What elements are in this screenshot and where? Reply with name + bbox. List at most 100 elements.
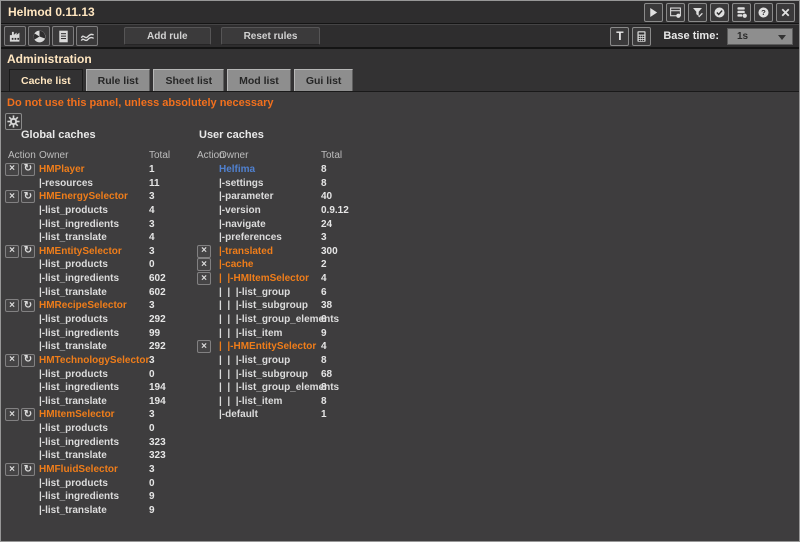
cache-total: 24 [321,219,387,230]
delete-cache-button[interactable]: × [5,463,19,476]
refresh-cache-button[interactable]: ↻ [21,299,35,312]
refresh-cache-button[interactable]: ↻ [21,408,35,421]
table-row: ×|-translated300 [197,244,387,258]
cache-owner: | |-HMItemSelector [219,273,321,284]
cache-owner: HMTechnologySelector [39,355,149,366]
cache-owner: HMEntitySelector [39,246,149,257]
refresh-cache-button[interactable]: ↻ [21,463,35,476]
delete-cache-button[interactable]: × [197,245,211,258]
delete-cache-button[interactable]: × [5,408,19,421]
reset-rules-button[interactable]: Reset rules [221,27,321,45]
tab-cache-list[interactable]: Cache list [9,69,83,91]
factory-button[interactable] [4,26,26,46]
table-row: ×↻HMFluidSelector3 [5,463,193,477]
filter-button[interactable] [688,3,707,22]
table-row: |-list_products0 [5,367,193,381]
table-row: |-default1 [197,408,387,422]
delete-cache-button[interactable]: × [197,340,211,353]
tab-rule-list[interactable]: Rule list [86,69,151,91]
delete-cache-button[interactable]: × [5,245,19,258]
help-button[interactable]: ? [754,3,773,22]
user-caches-rows: Helfima8|-settings8|-parameter40|-versio… [197,163,387,422]
refresh-cache-button[interactable]: ↻ [21,245,35,258]
close-button[interactable] [776,3,795,22]
cache-owner: | | |-list_group [219,287,321,298]
energy-button[interactable] [28,26,50,46]
window-title: Helmod 0.11.13 [1,5,644,19]
table-row: | | |-list_item8 [197,395,387,409]
cache-total: 3 [321,232,387,243]
table-row: |-list_ingredients602 [5,272,193,286]
delete-cache-button[interactable]: × [197,272,211,285]
check-circle-icon [713,6,726,19]
tab-bar: Cache list Rule list Sheet list Mod list… [9,69,799,91]
cache-owner: |-list_translate [39,287,149,298]
cache-total: 38 [321,300,387,311]
cache-total: 323 [149,450,193,461]
cache-total: 3 [149,191,193,202]
table-row: |-list_translate602 [5,285,193,299]
play-icon [647,6,660,19]
check-button[interactable] [710,3,729,22]
delete-cache-button[interactable]: × [5,354,19,367]
action-cell: ×↻ [5,245,39,258]
cache-owner: | |-HMEntitySelector [219,341,321,352]
cache-total: 68 [321,369,387,380]
table-row: |-list_ingredients323 [5,435,193,449]
cache-list-panel: Do not use this panel, unless absolutely… [1,92,799,541]
text-display-button[interactable]: T [610,27,629,46]
tab-sheet-list[interactable]: Sheet list [153,69,224,91]
cache-total: 3 [149,300,193,311]
title-bar: Helmod 0.11.13 [1,1,799,24]
cache-total: 4 [321,273,387,284]
cache-total: 4 [321,341,387,352]
play-button[interactable] [644,3,663,22]
table-row: |-list_ingredients9 [5,490,193,504]
column-header-owner: Owner [39,150,149,161]
cache-owner: | | |-list_subgroup [219,369,321,380]
delete-cache-button[interactable]: × [197,258,211,271]
cache-total: 9 [149,491,193,502]
delete-cache-button[interactable]: × [5,299,19,312]
table-row: | | |-list_subgroup38 [197,299,387,313]
toolbar: Add rule Reset rules T Base time: 1s [1,24,799,49]
base-time-value: 1s [728,31,748,42]
cache-total: 9 [321,328,387,339]
cache-owner: |-list_translate [39,341,149,352]
database-settings-button[interactable] [732,3,751,22]
cache-owner: |-list_translate [39,396,149,407]
refresh-cache-button[interactable]: ↻ [21,163,35,176]
filter-icon [691,6,704,19]
cache-total: 194 [149,396,193,407]
refresh-cache-button[interactable]: ↻ [21,354,35,367]
cache-owner: |-resources [39,178,149,189]
delete-cache-button[interactable]: × [5,190,19,203]
statistics-button[interactable] [76,26,98,46]
cache-owner: | | |-list_subgroup [219,300,321,311]
sheet-button[interactable] [52,26,74,46]
base-time-dropdown[interactable]: 1s [727,28,793,45]
cache-owner: |-preferences [219,232,321,243]
cache-total: 1 [149,164,193,175]
table-row: × | |-HMEntitySelector4 [197,340,387,354]
administration-header: Administration Cache list Rule list Shee… [1,49,799,92]
table-row: |-list_translate292 [5,340,193,354]
delete-cache-button[interactable]: × [5,163,19,176]
settings-button[interactable] [5,113,22,130]
cache-owner: |-default [219,409,321,420]
chevron-down-icon [778,35,786,40]
add-rule-button[interactable]: Add rule [124,27,211,45]
calculator-button[interactable] [632,27,651,46]
table-row: |-list_products4 [5,204,193,218]
tab-mod-list[interactable]: Mod list [227,69,291,91]
cache-total: 8 [321,382,387,393]
refresh-cache-button[interactable]: ↻ [21,190,35,203]
action-cell: × [197,258,219,271]
table-row: |-resources11 [5,176,193,190]
cache-total: 11 [149,178,193,189]
table-row: |-list_translate4 [5,231,193,245]
factory-icon [8,29,23,44]
action-cell: ×↻ [5,163,39,176]
panel-settings-button[interactable] [666,3,685,22]
tab-gui-list[interactable]: Gui list [294,69,354,91]
